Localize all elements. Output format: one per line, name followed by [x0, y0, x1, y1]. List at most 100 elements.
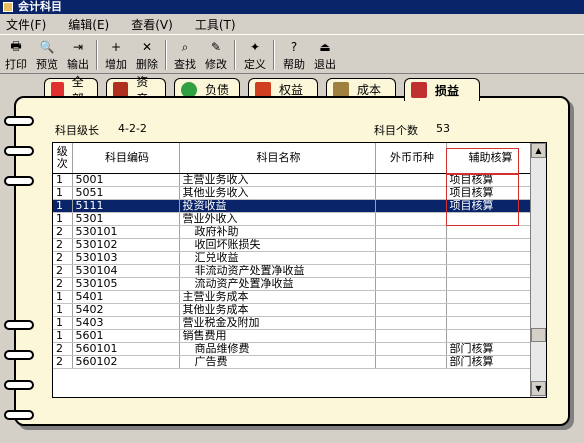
tab-profit-loss[interactable]: 损益	[404, 78, 480, 101]
table-row[interactable]: 1 5601 销售费用	[53, 329, 533, 343]
col-code-header[interactable]: 科目编码	[72, 143, 180, 174]
edit-button[interactable]: ✎ 修改	[201, 38, 231, 72]
col-level-header[interactable]: 级次	[53, 143, 73, 174]
table-row[interactable]: 2 530101 政府补助	[53, 225, 533, 239]
code-cell: 5001	[72, 173, 180, 187]
export-button[interactable]: ⇥ 输出	[63, 38, 93, 72]
level-cell: 1	[53, 212, 73, 226]
table-row[interactable]: 2 530103 汇兑收益	[53, 251, 533, 265]
print-icon: 🖶	[10, 38, 22, 53]
code-cell: 530103	[72, 251, 180, 265]
currency-cell	[375, 212, 447, 226]
level-value: 4-2-2	[118, 122, 147, 135]
table-row[interactable]: 2 530104 非流动资产处置净收益	[53, 264, 533, 278]
currency-cell	[375, 277, 447, 291]
toolbar: 🖶 打印 🔍 预览 ⇥ 输出 + 增加 ✕ 删除 ⌕ 查找 ✎ 修改 ✦ 定义 …	[0, 34, 584, 74]
binder-ring	[4, 350, 34, 360]
aux-header-highlight	[446, 148, 519, 174]
currency-cell	[375, 238, 447, 252]
name-cell: 商品维修费	[179, 342, 376, 356]
table-row[interactable]: 2 530102 收回坏账损失	[53, 238, 533, 252]
scroll-up-button[interactable]: ▲	[531, 143, 546, 158]
currency-cell	[375, 251, 447, 265]
aux-column-highlight	[446, 174, 519, 226]
table-row[interactable]: 2 560101 商品维修费 部门核算	[53, 342, 533, 356]
tab-profit-loss-icon	[411, 82, 427, 98]
delete-icon: ✕	[141, 40, 153, 54]
window-title: 会计科目	[18, 0, 62, 13]
binder-ring	[4, 410, 34, 420]
define-button[interactable]: ✦ 定义	[240, 38, 270, 72]
menu-bar: 文件(F) 编辑(E) 查看(V) 工具(T)	[0, 14, 584, 34]
code-cell: 560102	[72, 355, 180, 369]
currency-cell	[375, 173, 447, 187]
level-cell: 1	[53, 290, 73, 304]
add-button[interactable]: + 增加	[101, 38, 131, 72]
table-row[interactable]: 1 5403 营业税金及附加	[53, 316, 533, 330]
aux-cell	[446, 290, 533, 304]
name-cell: 销售费用	[179, 329, 376, 343]
col-currency-header[interactable]: 外币币种	[375, 143, 447, 174]
help-button[interactable]: ? 帮助	[279, 38, 309, 72]
scroll-down-button[interactable]: ▼	[531, 381, 546, 396]
aux-cell	[446, 264, 533, 278]
name-cell: 营业外收入	[179, 212, 376, 226]
table-row[interactable]: 1 5402 其他业务成本	[53, 303, 533, 317]
toolbar-separator	[273, 40, 275, 70]
binder-ring	[4, 146, 34, 156]
col-name-header[interactable]: 科目名称	[179, 143, 376, 174]
table-row[interactable]: 2 560102 广告费 部门核算	[53, 355, 533, 369]
menu-edit[interactable]: 编辑(E)	[68, 16, 109, 33]
delete-button[interactable]: ✕ 删除	[132, 38, 162, 72]
name-cell: 主营业务成本	[179, 290, 376, 304]
menu-tools[interactable]: 工具(T)	[195, 16, 236, 33]
aux-cell	[446, 238, 533, 252]
aux-cell: 部门核算	[446, 342, 533, 356]
binder-ring	[4, 176, 34, 186]
title-bar: 会计科目	[0, 0, 584, 14]
level-cell: 2	[53, 277, 73, 291]
name-cell: 收回坏账损失	[179, 238, 376, 252]
level-cell: 1	[53, 199, 73, 213]
count-label: 科目个数	[374, 124, 418, 137]
currency-cell	[375, 225, 447, 239]
toolbar-separator	[165, 40, 167, 70]
menu-view[interactable]: 查看(V)	[131, 16, 173, 33]
name-cell: 汇兑收益	[179, 251, 376, 265]
currency-cell	[375, 355, 447, 369]
scroll-thumb[interactable]	[531, 328, 546, 342]
find-button[interactable]: ⌕ 查找	[170, 38, 200, 72]
code-cell: 5402	[72, 303, 180, 317]
level-cell: 2	[53, 251, 73, 265]
name-cell: 非流动资产处置净收益	[179, 264, 376, 278]
account-grid[interactable]: 级次 科目编码 科目名称 外币币种 辅助核算 1 5001 主营业务收入 项目核算 1 5…	[52, 142, 547, 398]
level-cell: 1	[53, 303, 73, 317]
code-cell: 530105	[72, 277, 180, 291]
code-cell: 560101	[72, 342, 180, 356]
table-row[interactable]: 2 530105 流动资产处置净收益	[53, 277, 533, 291]
name-cell: 广告费	[179, 355, 376, 369]
name-cell: 投资收益	[179, 199, 376, 213]
menu-file[interactable]: 文件(F)	[6, 16, 46, 33]
exit-button[interactable]: ⏏ 退出	[310, 38, 340, 72]
name-cell: 政府补助	[179, 225, 376, 239]
print-button[interactable]: 🖶 打印	[1, 38, 31, 72]
preview-button[interactable]: 🔍 预览	[32, 38, 62, 72]
binder-ring	[4, 320, 34, 330]
name-cell: 流动资产处置净收益	[179, 277, 376, 291]
currency-cell	[375, 342, 447, 356]
currency-cell	[375, 199, 447, 213]
aux-cell	[446, 329, 533, 343]
aux-cell	[446, 316, 533, 330]
binder-ring	[4, 380, 34, 390]
aux-cell	[446, 225, 533, 239]
aux-cell: 部门核算	[446, 355, 533, 369]
code-cell: 530104	[72, 264, 180, 278]
app-icon	[3, 2, 13, 12]
preview-icon: 🔍	[39, 40, 55, 54]
code-cell: 530101	[72, 225, 180, 239]
level-cell: 1	[53, 186, 73, 200]
toolbar-separator	[234, 40, 236, 70]
vertical-scrollbar[interactable]: ▲ ▼	[530, 143, 546, 397]
table-row[interactable]: 1 5401 主营业务成本	[53, 290, 533, 304]
